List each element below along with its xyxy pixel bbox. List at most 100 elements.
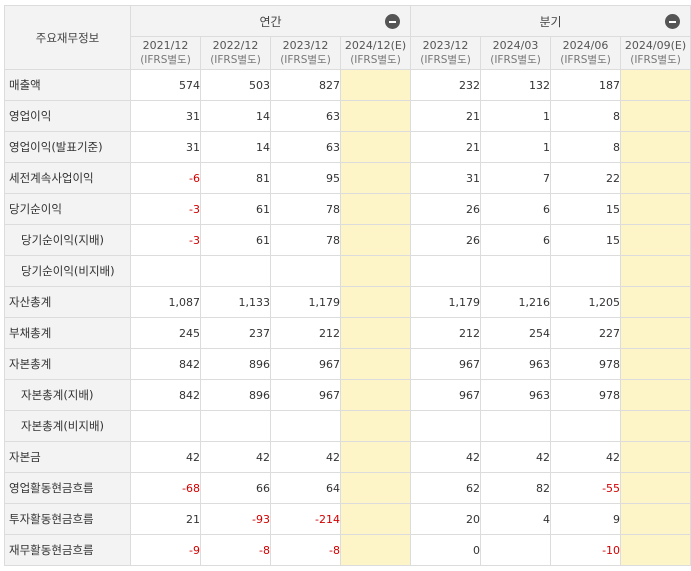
table-cell: 26 (410, 193, 482, 225)
period-basis: (IFRS별도) (280, 54, 331, 66)
table-cell: 42 (130, 441, 201, 473)
table-cell (339, 69, 412, 101)
table-cell: 212 (270, 317, 341, 349)
table-cell (620, 379, 691, 411)
group-header-annual: 연간 (129, 5, 412, 37)
table-cell (550, 255, 622, 287)
table-cell: 227 (550, 317, 622, 349)
table-cell: 61 (200, 193, 271, 225)
table-cell: 22 (550, 162, 622, 194)
row-label: 당기순이익(비지배) (4, 255, 131, 287)
table-cell: 967 (270, 379, 341, 411)
table-cell: 132 (480, 69, 552, 101)
row-label: 자산총계 (4, 286, 131, 318)
table-cell: 81 (200, 162, 271, 194)
period-header: 2022/12 (IFRS별도) (200, 36, 271, 70)
table-cell: 978 (550, 348, 622, 380)
table-cell (410, 255, 482, 287)
collapse-minus-icon[interactable] (665, 14, 681, 29)
period-header: 2023/12 (IFRS별도) (410, 36, 482, 70)
group-label: 연간 (259, 14, 282, 29)
table-cell: 245 (130, 317, 201, 349)
table-row: 당기순이익(지배) -3 61 78 26 6 15 (4, 224, 691, 256)
table-cell: -3 (130, 193, 201, 225)
table-cell: 254 (480, 317, 552, 349)
row-label: 매출액 (4, 69, 131, 101)
table-cell: 21 (410, 131, 482, 163)
table-cell: 1,179 (270, 286, 341, 318)
table-cell: 9 (550, 503, 622, 535)
table-cell: 42 (550, 441, 622, 473)
table-cell (620, 348, 691, 380)
table-cell (339, 503, 412, 535)
table-cell: 6 (480, 193, 552, 225)
table-cell: 7 (480, 162, 552, 194)
table-cell (480, 534, 552, 566)
row-label: 자본총계 (4, 348, 131, 380)
table-cell (339, 379, 412, 411)
period-date: 2024/06 (562, 39, 609, 52)
table-cell: 1,179 (410, 286, 482, 318)
table-cell: 62 (410, 472, 482, 504)
table-cell (620, 193, 691, 225)
table-row: 자본금 42 42 42 42 42 42 (4, 441, 691, 473)
table-cell: 21 (130, 503, 201, 535)
table-cell: 42 (200, 441, 271, 473)
table-cell: -8 (200, 534, 271, 566)
table-row: 세전계속사업이익 -6 81 95 31 7 22 (4, 162, 691, 194)
table-cell (270, 410, 341, 442)
period-basis: (IFRS별도) (630, 54, 681, 66)
table-cell: 61 (200, 224, 271, 256)
table-cell: 15 (550, 224, 622, 256)
table-cell (339, 534, 412, 566)
financial-summary-table: 주요재무정보 연간 분기 2021/12 (IFRS별도) 2022/12 (IFRS별… (4, 5, 691, 566)
table-cell (620, 472, 691, 504)
period-header: 2024/12(E) (IFRS별도) (339, 36, 412, 70)
table-cell: 896 (200, 348, 271, 380)
table-cell: 64 (270, 472, 341, 504)
table-cell: 232 (410, 69, 482, 101)
table-cell (620, 503, 691, 535)
table-row: 재무활동현금흐름 -9 -8 -8 0 -10 (4, 534, 691, 566)
table-row: 당기순이익(비지배) (4, 255, 691, 287)
table-row: 영업이익(발표기준) 31 14 63 21 1 8 (4, 131, 691, 163)
period-header: 2024/03 (IFRS별도) (480, 36, 552, 70)
table-cell: 212 (410, 317, 482, 349)
period-date: 2021/12 (142, 39, 189, 52)
row-label: 세전계속사업이익 (4, 162, 131, 194)
table-cell: -214 (270, 503, 341, 535)
table-cell (620, 131, 691, 163)
table-cell: -9 (130, 534, 201, 566)
table-row: 매출액 574 503 827 232 132 187 (4, 69, 691, 101)
table-cell (339, 224, 412, 256)
collapse-minus-icon[interactable] (385, 14, 401, 29)
table-cell: 31 (410, 162, 482, 194)
period-header: 2024/09(E) (IFRS별도) (620, 36, 691, 70)
period-basis: (IFRS별도) (350, 54, 401, 66)
table-cell: 1 (480, 100, 552, 132)
table-cell (200, 410, 271, 442)
period-header: 2021/12 (IFRS별도) (130, 36, 201, 70)
table-cell (200, 255, 271, 287)
table-row: 영업활동현금흐름 -68 66 64 62 82 -55 (4, 472, 691, 504)
table-row: 자본총계 842 896 967 967 963 978 (4, 348, 691, 380)
table-cell (410, 410, 482, 442)
table-header: 주요재무정보 연간 분기 2021/12 (IFRS별도) 2022/12 (IFRS별… (4, 5, 691, 70)
row-label: 영업이익 (4, 100, 131, 132)
table-cell: 1,133 (200, 286, 271, 318)
table-cell: 8 (550, 131, 622, 163)
period-date: 2024/09(E) (624, 39, 687, 52)
table-cell: 963 (480, 379, 552, 411)
table-cell: 896 (200, 379, 271, 411)
table-cell: 0 (410, 534, 482, 566)
period-basis: (IFRS별도) (210, 54, 261, 66)
table-row: 영업이익 31 14 63 21 1 8 (4, 100, 691, 132)
table-cell (339, 441, 412, 473)
table-cell (620, 317, 691, 349)
table-cell: 14 (200, 131, 271, 163)
table-cell: 1 (480, 131, 552, 163)
row-label: 재무활동현금흐름 (4, 534, 131, 566)
table-cell: 78 (270, 224, 341, 256)
period-date: 2023/12 (282, 39, 329, 52)
table-cell: 63 (270, 100, 341, 132)
